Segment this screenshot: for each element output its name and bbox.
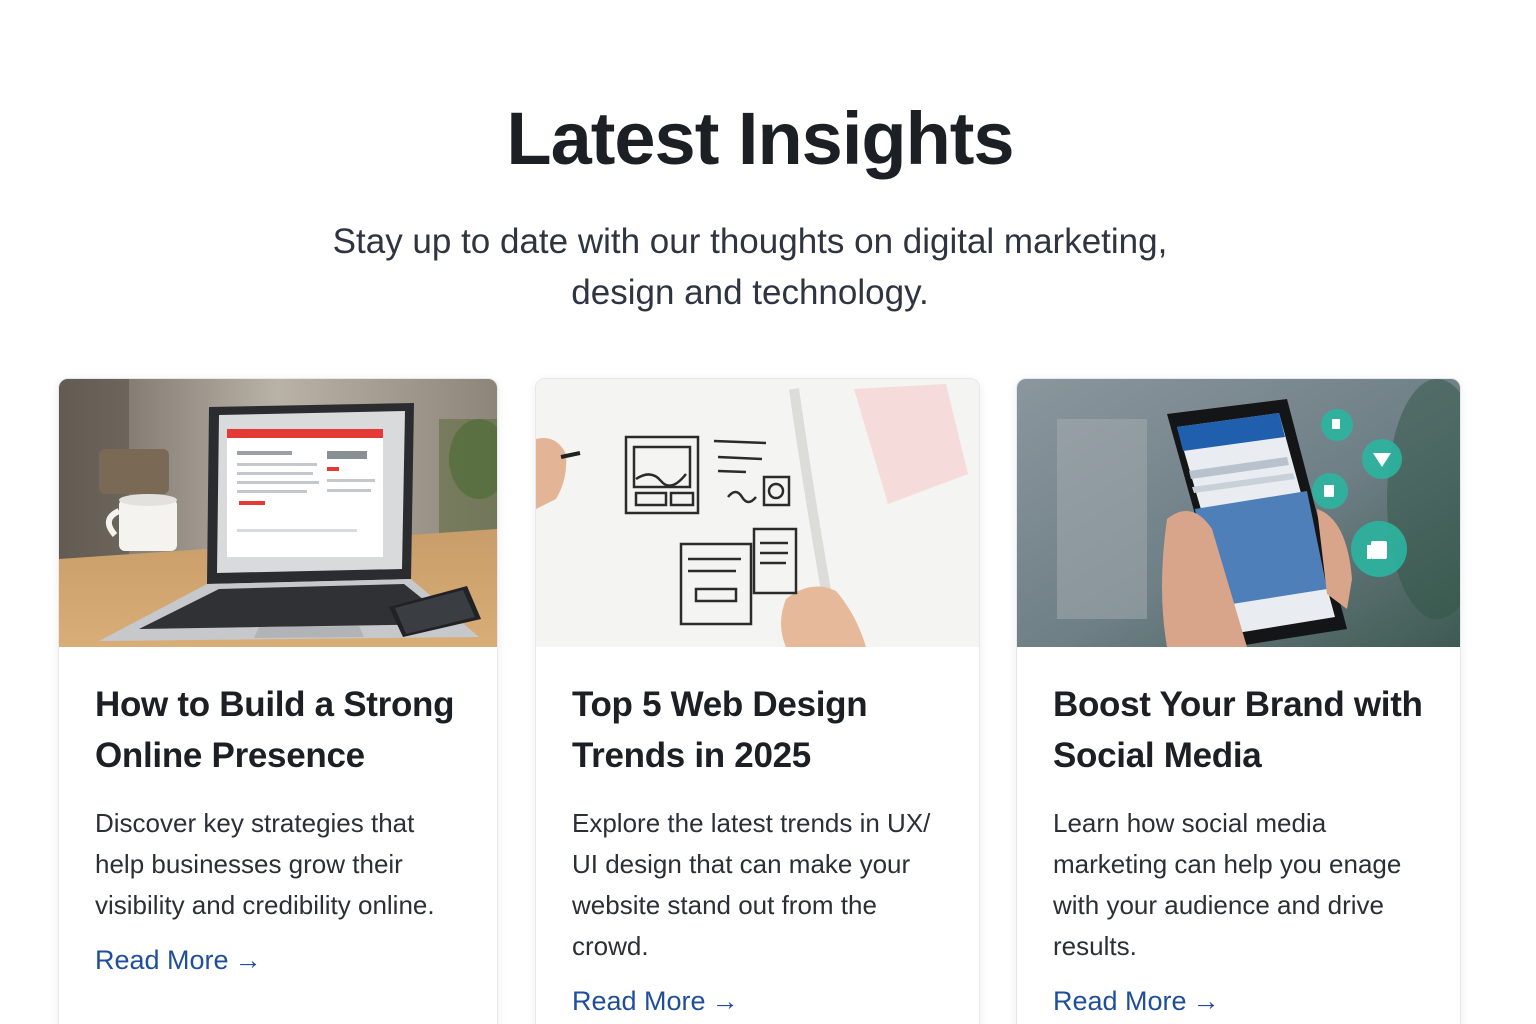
wireframe-sketch-photo <box>536 379 979 647</box>
arrow-right-icon: → <box>1192 986 1220 1016</box>
section-subtitle: Stay up to date with our thoughts on dig… <box>332 222 1168 312</box>
read-more-link[interactable]: Read More → <box>95 940 262 980</box>
wireframe-image <box>536 379 979 647</box>
post-excerpt: Explore the latest trends in UX/ UI desi… <box>572 808 931 961</box>
post-title[interactable]: How to Build a Strong Online Presence <box>95 679 461 781</box>
post-excerpt: Learn how social media marketing can hel… <box>1053 808 1402 961</box>
post-title[interactable]: Top 5 Web Design Trends in 2025 <box>572 679 943 781</box>
post-title[interactable]: Boost Your Brand with Social Media <box>1053 679 1424 781</box>
laptop-image <box>59 379 497 647</box>
arrow-right-icon: → <box>711 986 739 1016</box>
arrow-right-icon: → <box>234 945 262 975</box>
blog-card-online-presence[interactable]: How to Build a Strong Online Presence Di… <box>58 378 498 1024</box>
insights-section: Latest Insights Stay up to date with our… <box>0 0 1536 1024</box>
post-excerpt: Discover key strategies that help busine… <box>95 808 435 920</box>
section-title: Latest Insights <box>506 97 1014 180</box>
laptop-photo <box>59 379 497 647</box>
read-more-link[interactable]: Read More → <box>572 981 739 1021</box>
smartphone-image <box>1017 379 1460 647</box>
read-more-link[interactable]: Read More → <box>1053 981 1220 1021</box>
read-more-label: Read More <box>95 945 229 975</box>
blog-card-web-design-trends[interactable]: Top 5 Web Design Trends in 2025 Explore … <box>535 378 980 1024</box>
smartphone-social-photo <box>1017 379 1460 647</box>
read-more-label: Read More <box>1053 986 1187 1016</box>
blog-card-social-media[interactable]: Boost Your Brand with Social Media Learn… <box>1016 378 1461 1024</box>
read-more-label: Read More <box>572 986 706 1016</box>
